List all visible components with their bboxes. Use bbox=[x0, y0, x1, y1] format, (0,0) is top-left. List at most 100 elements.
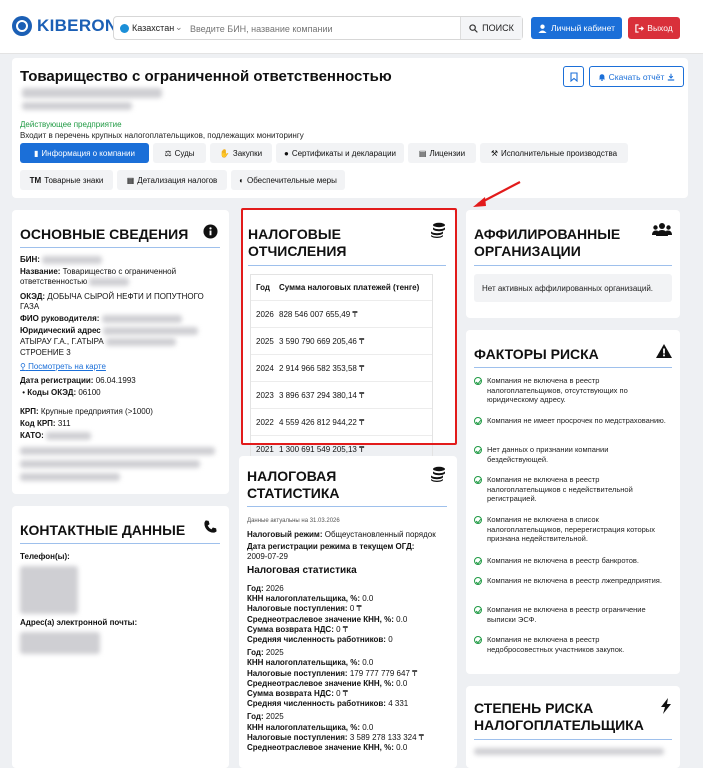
building-icon: ▮ bbox=[34, 148, 39, 158]
stat-line: Среднеотраслевое значение КНН, %: 0.0 bbox=[247, 679, 452, 689]
risk-factors-title: ФАКТОРЫ РИСКА bbox=[474, 346, 599, 362]
stat-label: Налоговые поступления: bbox=[247, 604, 348, 614]
tab-label: Сертификаты и декларации bbox=[291, 148, 397, 158]
redacted-line bbox=[474, 748, 664, 755]
highlight-box bbox=[241, 208, 457, 445]
sum-cell: 1 300 691 549 205,13 ₸ bbox=[279, 445, 365, 454]
oked-row: ОКЭД: ДОБЫЧА СЫРОЙ НЕФТИ И ПОПУТНОГО ГАЗ… bbox=[20, 292, 220, 312]
users-icon bbox=[652, 223, 672, 236]
risk-item: Компания не включена в список налогоплат… bbox=[474, 515, 666, 544]
search-button[interactable]: ПОИСК bbox=[460, 17, 522, 39]
name-label: Название: bbox=[20, 267, 61, 276]
address-value-row-2: СТРОЕНИЕ 3 bbox=[20, 348, 71, 357]
risk-degree-title: СТЕПЕНЬ РИСКА НАЛОГОПЛАТЕЛЬЩИКА bbox=[474, 700, 644, 734]
phones-label-text: Телефон(ы): bbox=[20, 552, 70, 561]
oked-codes-row: • Коды ОКЭД: 06100 bbox=[20, 388, 101, 397]
tab-label: Лицензии bbox=[429, 148, 466, 158]
risk-text: Компания не включена в реестр банкротов. bbox=[487, 556, 639, 565]
stat-line: Год: 2025 bbox=[247, 648, 452, 658]
redacted-emails bbox=[20, 632, 100, 654]
stat-label: Средняя численность работников: bbox=[247, 635, 386, 645]
map-link[interactable]: ⚲ Посмотреть на карте bbox=[20, 362, 106, 372]
coins-icon: ▦ bbox=[126, 175, 135, 185]
tab-label: Товарные знаки bbox=[44, 175, 104, 185]
cabinet-button[interactable]: Личный кабинет bbox=[531, 17, 622, 39]
stat-label: Налоговые поступления: bbox=[247, 732, 348, 742]
stat-label: Год: bbox=[247, 712, 264, 722]
stat-line: Год: 2026 bbox=[247, 584, 452, 594]
tab-security-measures[interactable]: ◐ Обеспечительные меры bbox=[231, 170, 345, 190]
year-cell: 2021 bbox=[256, 445, 274, 454]
risk-text: Компания не включена в реестр лжепредпри… bbox=[487, 576, 662, 585]
exit-button-label: Выход bbox=[647, 23, 673, 33]
stat-line: КНН налогоплательщика, %: 0.0 bbox=[247, 658, 452, 668]
risk-item: Компания не включена в реестр налогоплат… bbox=[474, 376, 666, 405]
risk-item: Компания не включена в реестр налогоплат… bbox=[474, 475, 666, 504]
stat-line: Сумма возврата НДС: 0 ₸ bbox=[247, 625, 452, 635]
address-value-row: АТЫРАУ Г.А., Г.АТЫРА bbox=[20, 337, 220, 347]
download-report-button[interactable]: Скачать отчёт bbox=[589, 66, 684, 87]
tab-company-info[interactable]: ▮ Информация о компании bbox=[20, 143, 149, 163]
download-icon bbox=[668, 73, 675, 81]
tab-certificates[interactable]: ● Сертификаты и декларации bbox=[276, 143, 404, 163]
exit-button[interactable]: Выход bbox=[628, 17, 680, 39]
stat-value: 0.0 bbox=[362, 658, 374, 668]
handshake-icon: ✋ bbox=[219, 148, 230, 158]
stat-value: 0.0 bbox=[396, 614, 408, 624]
stat-value: 2025 bbox=[265, 712, 284, 722]
risk-item: Компания не имеет просрочек по медстрахо… bbox=[474, 416, 666, 426]
stat-line: КНН налогоплательщика, %: 0.0 bbox=[247, 594, 452, 604]
stat-line: Средняя численность работников: 0 bbox=[247, 635, 452, 645]
tab-purchases[interactable]: ✋ Закупки bbox=[210, 143, 272, 163]
bookmark-button[interactable] bbox=[563, 66, 584, 87]
stat-label: КНН налогоплательщика, %: bbox=[247, 722, 360, 732]
bin-label: БИН: bbox=[20, 255, 40, 264]
title-underline bbox=[20, 247, 220, 248]
reg-date-row: Дата регистрации: 06.04.1993 bbox=[20, 376, 136, 386]
stat-label: Средняя численность работников: bbox=[247, 699, 386, 709]
risk-item: Компания не включена в реестр недобросов… bbox=[474, 635, 666, 654]
logo[interactable]: KIBERON bbox=[12, 16, 118, 36]
risk-degree-card: СТЕПЕНЬ РИСКА НАЛОГОПЛАТЕЛЬЩИКА bbox=[466, 686, 680, 768]
affiliated-title: АФФИЛИРОВАННЫЕ ОРГАНИЗАЦИИ bbox=[474, 226, 620, 260]
tab-tax-details[interactable]: ▦ Детализация налогов bbox=[117, 170, 227, 190]
stat-line: Налоговые поступления: 3 589 278 133 324… bbox=[247, 733, 452, 743]
country-select[interactable]: Казахстан bbox=[132, 23, 174, 33]
lightning-icon bbox=[661, 698, 671, 714]
tab-enforcement[interactable]: ⚒ Исполнительные производства bbox=[480, 143, 628, 163]
tab-courts[interactable]: ⚖ Суды bbox=[153, 143, 206, 163]
title-underline bbox=[247, 506, 447, 507]
tax-stats-card: НАЛОГОВАЯ СТАТИСТИКА Данные актуальны на … bbox=[239, 456, 457, 768]
download-report-label: Скачать отчёт bbox=[608, 71, 665, 82]
stat-line: Среднеотраслевое значение КНН, %: 0.0 bbox=[247, 615, 452, 625]
degree-title-line1: СТЕПЕНЬ РИСКА bbox=[474, 700, 594, 716]
gavel-icon: ⚒ bbox=[490, 148, 499, 158]
redacted-name bbox=[89, 277, 130, 286]
krp-code-label: Код КРП: bbox=[20, 419, 56, 428]
risk-item: Компания не включена в реестр ограничени… bbox=[474, 605, 666, 624]
tab-trademarks[interactable]: TM Товарные знаки bbox=[20, 170, 113, 190]
logo-text: KIBERON bbox=[37, 16, 118, 35]
stat-label: КНН налогоплательщика, %: bbox=[247, 594, 360, 604]
tab-label: Закупки bbox=[232, 148, 263, 158]
redacted-head bbox=[101, 314, 182, 323]
contacts-title: КОНТАКТНЫЕ ДАННЫЕ bbox=[20, 522, 186, 538]
check-icon bbox=[474, 516, 482, 524]
stat-value: 0.0 bbox=[396, 678, 408, 688]
stat-value: 2026 bbox=[265, 584, 284, 593]
affiliated-title-line1: АФФИЛИРОВАННЫЕ bbox=[474, 226, 621, 242]
emails-label: Адрес(а) электронной почты: bbox=[20, 618, 137, 628]
address-value: АТЫРАУ Г.А., Г.АТЫРА bbox=[20, 337, 104, 346]
scales-icon: ⚖ bbox=[164, 148, 172, 158]
risk-item: Нет данных о признании компании бездейст… bbox=[474, 445, 666, 464]
stat-label: Сумма возврата НДС: bbox=[247, 624, 334, 634]
affiliated-title-line2: ОРГАНИЗАЦИИ bbox=[474, 243, 581, 259]
tab-label: Информация о компании bbox=[41, 148, 135, 158]
risk-item: Компания не включена в реестр лжепредпри… bbox=[474, 576, 666, 586]
search-input[interactable] bbox=[190, 20, 430, 37]
tab-licenses[interactable]: ▤ Лицензии bbox=[408, 143, 476, 163]
chevron-down-icon[interactable]: ⌄ bbox=[175, 22, 183, 33]
stat-label: КНН налогоплательщика, %: bbox=[247, 658, 360, 668]
company-status: Действующее предприятие bbox=[20, 120, 122, 129]
stat-line: Средняя численность работников: 4 331 bbox=[247, 699, 452, 709]
